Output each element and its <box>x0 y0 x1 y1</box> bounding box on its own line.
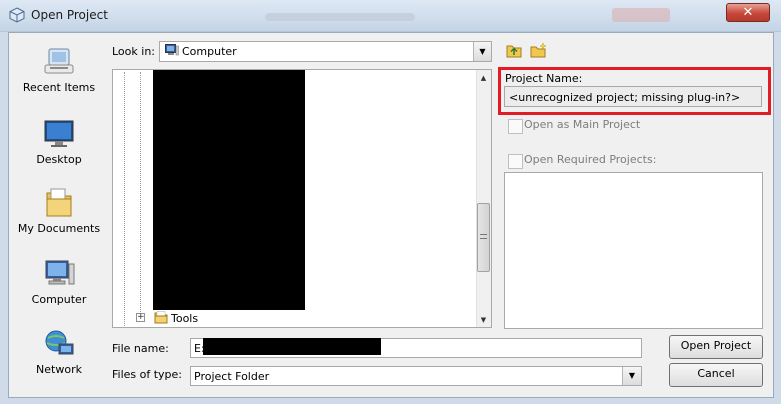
required-projects-list[interactable] <box>504 172 763 329</box>
place-my-documents[interactable]: My Documents <box>9 187 109 235</box>
place-computer[interactable]: Computer <box>9 258 109 306</box>
cancel-button[interactable]: Cancel <box>669 363 763 387</box>
place-desktop[interactable]: Desktop <box>9 118 109 166</box>
highlight-annotation <box>498 67 771 115</box>
tree-expander[interactable]: + <box>136 313 145 322</box>
place-label: Computer <box>31 293 87 306</box>
place-label: My Documents <box>17 222 101 235</box>
tree-guide-line <box>140 72 141 312</box>
computer-small-icon <box>165 44 179 56</box>
files-of-type-value: Project Folder <box>194 370 270 383</box>
blurred-background-button <box>612 8 670 22</box>
files-of-type-label: Files of type: <box>112 368 183 381</box>
open-as-main-checkbox[interactable] <box>508 119 523 134</box>
place-label: Desktop <box>36 153 82 166</box>
blurred-background-text <box>265 13 415 21</box>
redacted-region <box>153 70 305 310</box>
place-recent-items[interactable]: Recent Items <box>9 46 109 94</box>
open-required-label: Open Required Projects: <box>524 153 657 166</box>
look-in-value: Computer <box>182 45 237 58</box>
folder-icon <box>154 311 168 324</box>
recent-items-icon <box>44 48 74 74</box>
new-folder-icon[interactable] <box>530 42 547 58</box>
desktop-icon <box>44 120 74 147</box>
file-name-label: File name: <box>112 342 169 355</box>
redacted-region <box>203 338 381 355</box>
my-documents-icon <box>46 188 72 217</box>
close-button[interactable]: ✕ <box>726 3 770 22</box>
vertical-scrollbar[interactable] <box>476 70 491 327</box>
computer-icon <box>45 260 75 285</box>
place-label: Recent Items <box>22 81 96 94</box>
scroll-up-arrow-icon[interactable]: ▲ <box>477 71 490 85</box>
look-in-label: Look in: <box>112 45 155 58</box>
tree-item-tools[interactable]: Tools <box>171 312 198 325</box>
network-icon <box>45 330 74 355</box>
scroll-down-arrow-icon[interactable]: ▼ <box>477 313 490 327</box>
up-one-level-icon[interactable] <box>506 43 522 58</box>
tree-guide-line <box>124 72 125 326</box>
place-network[interactable]: Network <box>9 328 109 376</box>
app-cube-icon <box>9 7 25 23</box>
place-label: Network <box>36 363 82 376</box>
chevron-down-icon[interactable]: ▼ <box>622 367 641 385</box>
chevron-down-icon[interactable]: ▼ <box>473 42 491 61</box>
open-required-checkbox[interactable] <box>508 154 523 169</box>
open-as-main-label: Open as Main Project <box>524 118 641 131</box>
window-title: Open Project <box>31 8 108 22</box>
scrollbar-grip <box>480 234 487 239</box>
open-project-button[interactable]: Open Project <box>669 335 763 359</box>
